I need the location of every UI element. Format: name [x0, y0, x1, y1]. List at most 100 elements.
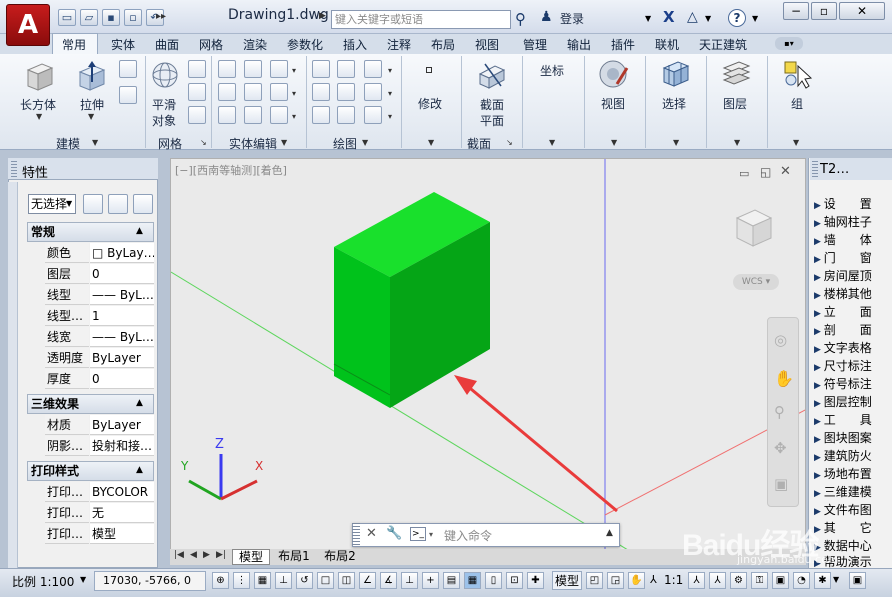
collapse-plot-style-icon[interactable]: ▲	[136, 465, 143, 475]
quick-properties-icon[interactable]: ▦	[464, 572, 481, 589]
annotation-monitor-icon[interactable]: ⊡	[506, 572, 523, 589]
prop-value[interactable]: 0	[90, 264, 154, 284]
section-plot-style[interactable]: 打印样式	[27, 461, 154, 481]
mesh-launcher-icon[interactable]: ↘	[200, 138, 207, 147]
collapse-general-icon[interactable]: ▲	[136, 226, 143, 236]
t2-item[interactable]: ▶ 尺寸标注	[814, 357, 872, 374]
layout-nav-first-icon[interactable]: |◀	[174, 550, 184, 560]
annotation-scale[interactable]: 1:1	[664, 573, 683, 587]
tab-online[interactable]: 联机	[655, 36, 679, 53]
separate-icon[interactable]	[244, 83, 262, 101]
intersect-icon[interactable]	[218, 106, 236, 124]
infer-constraints-icon[interactable]: ⊕	[212, 572, 229, 589]
solid-edit-expand-icon[interactable]: ▼	[281, 138, 287, 147]
steering-wheel-icon[interactable]: ◎	[774, 331, 787, 349]
isolate-objects-icon[interactable]: ◔	[793, 572, 810, 589]
tab-annotate[interactable]: 注释	[387, 36, 411, 53]
viewport-restore-icon[interactable]: ◱	[760, 165, 771, 179]
command-prompt-icon[interactable]: >_	[410, 527, 426, 541]
tab-plugins[interactable]: 插件	[611, 36, 635, 53]
solid-edit-dropdown-2[interactable]: ▾	[292, 89, 296, 98]
polysolid-icon[interactable]	[119, 86, 137, 104]
t2-item[interactable]: ▶ 墙 体	[814, 231, 872, 248]
t2-item[interactable]: ▶ 立 面	[814, 303, 872, 320]
autodesk-360-icon[interactable]: △	[687, 9, 698, 25]
t2-item[interactable]: ▶ 工 具	[814, 411, 872, 428]
extrude-label[interactable]: 拉伸	[80, 96, 104, 113]
recent-commands-icon[interactable]: ▾	[429, 530, 433, 539]
prop-value[interactable]: —— ByL…	[90, 285, 154, 305]
t2-item[interactable]: ▶ 门 窗	[814, 249, 872, 266]
t2-item[interactable]: ▶ 楼梯其他	[814, 285, 872, 302]
thicken-icon[interactable]	[244, 106, 262, 124]
application-menu-button[interactable]: A	[6, 4, 50, 46]
solid-edit-dropdown-1[interactable]: ▾	[292, 66, 296, 75]
modify-icon[interactable]	[426, 67, 432, 73]
login-link[interactable]: 登录	[560, 10, 584, 27]
status-menu-icon[interactable]: ▼	[833, 575, 839, 584]
tab-home[interactable]: 常用	[62, 36, 86, 53]
tab-surface[interactable]: 曲面	[155, 36, 179, 53]
extrude-icon[interactable]	[76, 60, 108, 92]
ribbon-options-icon[interactable]: ▪▾	[775, 37, 803, 50]
t2-item[interactable]: ▶ 符号标注	[814, 375, 872, 392]
viewport-minimize-icon[interactable]: ▭	[739, 167, 749, 180]
smooth-label-1[interactable]: 平滑	[152, 96, 176, 113]
light-bulb-icon[interactable]: ✱	[814, 572, 831, 589]
t2-grip[interactable]	[812, 161, 818, 177]
modeling-expand-icon[interactable]: ▼	[92, 138, 98, 147]
gizmo-icon[interactable]: ✚	[527, 572, 544, 589]
viewport-controls-label[interactable]: [−][西南等轴测][着色]	[175, 162, 287, 178]
selection-cycling-icon[interactable]: ▯	[485, 572, 502, 589]
mesh-refine-icon[interactable]	[188, 106, 206, 124]
pan-status-icon[interactable]: ✋	[628, 572, 645, 589]
arc-icon[interactable]	[364, 60, 382, 78]
tab-output[interactable]: 输出	[567, 36, 591, 53]
tab-layout1[interactable]: 布局1	[272, 549, 316, 565]
zoom-icon[interactable]: ⚲	[774, 403, 785, 421]
orbit-icon[interactable]: ✥	[774, 439, 787, 457]
tab-insert[interactable]: 插入	[343, 36, 367, 53]
solid-edit-dropdown-3[interactable]: ▾	[292, 112, 296, 121]
polyline-icon[interactable]	[337, 60, 355, 78]
quick-access-overflow-icon[interactable]: ▸▸	[156, 11, 166, 22]
tab-tangent-architecture[interactable]: 天正建筑	[699, 36, 747, 53]
smooth-object-icon[interactable]	[150, 60, 180, 90]
layers-expand-icon[interactable]: ▼	[734, 138, 740, 147]
help-icon[interactable]: ?	[728, 9, 746, 27]
tab-manage[interactable]: 管理	[523, 36, 547, 53]
union-icon[interactable]	[218, 60, 236, 78]
t2-item[interactable]: ▶ 其 它	[814, 519, 872, 536]
prop-value[interactable]: 无	[90, 503, 154, 523]
minimize-button[interactable]: −	[783, 2, 809, 20]
maximize-button[interactable]: ▫	[811, 2, 837, 20]
toggle-pickadd-icon[interactable]	[83, 194, 103, 214]
view-label[interactable]: 视图	[601, 95, 625, 112]
title-arrow-icon[interactable]: ▶	[319, 11, 326, 21]
selection-icon[interactable]	[660, 58, 692, 90]
scale-dropdown-icon[interactable]: ▼	[80, 575, 86, 584]
ortho-mode-icon[interactable]: ⊥	[275, 572, 292, 589]
draw-dropdown-1[interactable]: ▾	[388, 66, 392, 75]
modify-expand-icon[interactable]: ▼	[428, 138, 434, 147]
annotation-scale-icon[interactable]: ⅄	[650, 573, 657, 586]
scale-indicator[interactable]: 比例 1:100	[12, 573, 74, 590]
allow-disallow-ucs-icon[interactable]: ∡	[380, 572, 397, 589]
tab-layout2[interactable]: 布局2	[318, 549, 362, 565]
prop-value[interactable]: 模型	[90, 524, 154, 544]
tab-view[interactable]: 视图	[475, 36, 499, 53]
modify-label[interactable]: 修改	[418, 95, 442, 112]
coordinates-label[interactable]: 坐标	[540, 62, 564, 79]
group-icon[interactable]	[782, 58, 814, 90]
group-label[interactable]: 组	[791, 95, 803, 112]
section-3d-effects[interactable]: 三维效果	[27, 394, 154, 414]
tab-solid[interactable]: 实体	[111, 36, 135, 53]
prop-value[interactable]: —— ByL…	[90, 327, 154, 347]
subtract-icon[interactable]	[218, 83, 236, 101]
user-icon[interactable]: ♟	[540, 9, 553, 25]
binoculars-icon[interactable]: ⚲	[515, 10, 526, 28]
tab-layout[interactable]: 布局	[431, 36, 455, 53]
search-input[interactable]: 键入关键字或短语	[331, 10, 511, 29]
extrude-dropdown-icon[interactable]: ▼	[88, 112, 94, 121]
quick-view-layouts-icon[interactable]: ◰	[586, 572, 603, 589]
